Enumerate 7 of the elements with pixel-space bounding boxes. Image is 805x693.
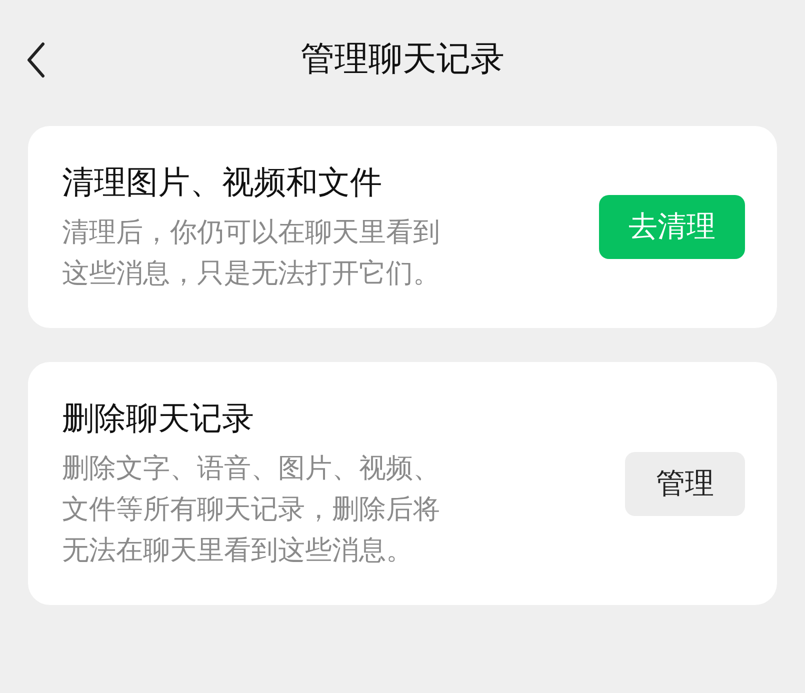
back-icon bbox=[26, 42, 46, 78]
card-title: 删除聊天记录 bbox=[62, 398, 255, 439]
page-title: 管理聊天记录 bbox=[300, 38, 504, 80]
manage-button[interactable]: 管理 bbox=[625, 452, 745, 516]
card-description: 删除文字、语音、图片、视频、文件等所有聊天记录，删除后将无法在聊天里看到这些消息。 bbox=[62, 452, 441, 568]
card-description: 清理后，你仍可以在聊天里看到这些消息，只是无法打开它们。 bbox=[62, 216, 441, 291]
card-title: 清理图片、视频和文件 bbox=[62, 162, 383, 203]
